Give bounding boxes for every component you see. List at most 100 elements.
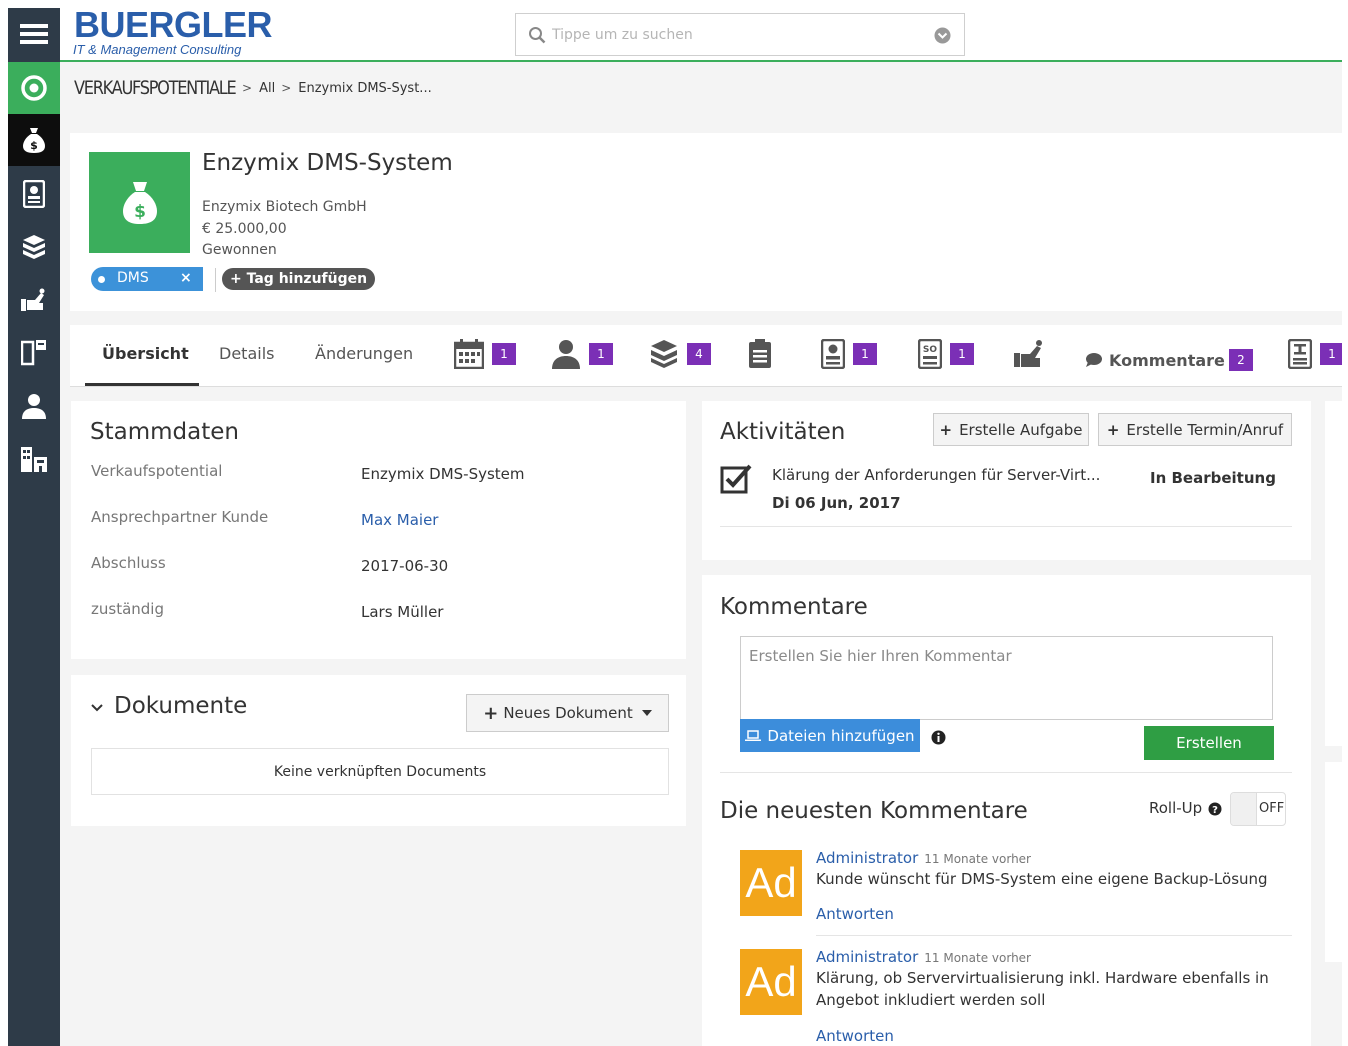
tab-products[interactable]: 4 <box>649 339 711 369</box>
field-label: Abschluss <box>91 554 166 572</box>
count-badge: 1 <box>492 343 516 365</box>
field-value: Enzymix DMS-System <box>361 465 525 483</box>
activity-status: In Bearbeitung <box>1150 469 1276 487</box>
dokumente-card: Dokumente + Neues Dokument Keine verknüp… <box>71 675 686 826</box>
add-files-label: Dateien hinzufügen <box>767 726 915 745</box>
contact-card-icon[interactable] <box>8 168 60 220</box>
handshake-icon[interactable] <box>8 274 60 326</box>
reply-link[interactable]: Antworten <box>816 1027 894 1045</box>
salesorder-icon: SO <box>918 339 942 369</box>
money-bag-icon: $ <box>89 152 190 253</box>
new-document-button[interactable]: + Neues Dokument <box>466 694 669 732</box>
tab-persons[interactable]: 1 <box>551 339 613 369</box>
count-badge: 1 <box>950 343 974 365</box>
tab-contacts[interactable]: 1 <box>821 339 877 369</box>
opportunity-company[interactable]: Enzymix Biotech GmbH <box>202 199 367 215</box>
toggle-knob <box>1231 793 1257 825</box>
tab-comments[interactable]: Kommentare 2 <box>1085 349 1253 371</box>
opportunity-title: Enzymix DMS-System <box>202 150 453 176</box>
active-tab-indicator <box>85 383 199 386</box>
logo-subtitle: IT & Management Consulting <box>73 42 242 57</box>
field-label: Verkaufspotential <box>91 462 223 480</box>
help-icon[interactable]: ? <box>1208 802 1222 816</box>
buildings-icon[interactable] <box>8 433 60 485</box>
tab-changes[interactable]: Änderungen <box>315 344 413 363</box>
handshake-icon <box>1014 340 1042 367</box>
plus-icon: + <box>939 420 953 439</box>
tab-overview[interactable]: Übersicht <box>102 344 189 363</box>
tab-bar: Übersicht Details Änderungen 1 1 4 1 SO … <box>70 325 1342 387</box>
create-event-label: Erstelle Termin/Anruf <box>1126 420 1284 439</box>
person-icon[interactable] <box>8 380 60 432</box>
tab-details[interactable]: Details <box>219 344 274 363</box>
field-label: zuständig <box>91 600 164 618</box>
breadcrumb-separator: > <box>281 81 292 95</box>
menu-icon[interactable] <box>8 8 60 60</box>
comment-text: Kunde wünscht für DMS-System eine eigene… <box>816 870 1268 888</box>
comment-author-name[interactable]: Administrator <box>816 948 918 966</box>
toggle-state: OFF <box>1259 801 1285 816</box>
divider <box>215 268 216 292</box>
create-comment-button[interactable]: Erstellen <box>1144 726 1274 760</box>
tab-calendar[interactable]: 1 <box>454 339 516 369</box>
breadcrumb-separator: > <box>242 81 253 95</box>
contact-link[interactable]: Max Maier <box>361 511 438 529</box>
svg-text:$: $ <box>134 202 146 222</box>
aktivitaeten-title: Aktivitäten <box>720 419 846 445</box>
field-value: Lars Müller <box>361 603 444 621</box>
tag-remove-icon[interactable]: × <box>180 270 192 286</box>
breadcrumb-all[interactable]: All <box>259 81 275 96</box>
tab-documents[interactable] <box>748 339 772 369</box>
chevron-down-icon[interactable] <box>91 703 103 713</box>
comment-author: Administrator 11 Monate vorher <box>816 948 1031 966</box>
avatar: Ad <box>740 850 802 916</box>
stammdaten-title: Stammdaten <box>90 419 239 445</box>
search-icon <box>529 27 546 44</box>
opportunity-header: $ Enzymix DMS-System Enzymix Biotech Gmb… <box>70 133 1342 311</box>
rollup-toggle[interactable]: OFF <box>1230 792 1286 826</box>
money-bag-icon[interactable]: $ <box>8 114 60 166</box>
info-icon[interactable] <box>931 730 946 745</box>
stammdaten-card: Stammdaten Verkaufspotential Enzymix DMS… <box>71 401 686 659</box>
divider <box>720 772 1292 773</box>
count-badge: 1 <box>853 343 877 365</box>
comment-author-name[interactable]: Administrator <box>816 849 918 867</box>
tab-handshake[interactable] <box>1013 339 1045 369</box>
tab-invoices[interactable]: 1 <box>1288 339 1342 369</box>
dokumente-title[interactable]: Dokumente <box>114 693 247 719</box>
target-icon[interactable] <box>8 62 60 114</box>
comment-author: Administrator 11 Monate vorher <box>816 849 1031 867</box>
tab-salesorders[interactable]: SO 1 <box>918 339 974 369</box>
side-panel-edge <box>1325 401 1342 746</box>
checkbox-checked-icon[interactable] <box>720 463 752 495</box>
add-files-button[interactable]: Dateien hinzufügen <box>740 719 920 752</box>
add-tag-button[interactable]: + Tag hinzufügen <box>222 268 376 290</box>
activity-subject[interactable]: Klärung der Anforderungen für Server-Vir… <box>772 466 1100 484</box>
svg-text:SO: SO <box>923 345 937 355</box>
comment-input[interactable] <box>741 637 1272 719</box>
opportunity-amount: € 25.000,00 <box>202 221 287 237</box>
avatar: Ad <box>740 949 802 1015</box>
breadcrumb-root[interactable]: VERKAUFSPOTENTIALE <box>74 77 237 99</box>
reply-link[interactable]: Antworten <box>816 905 894 923</box>
global-search[interactable] <box>515 13 965 56</box>
create-event-button[interactable]: + Erstelle Termin/Anruf <box>1098 413 1292 446</box>
invoice-icon <box>1288 339 1312 369</box>
app-window: $ BUERGLER IT & Management Consulting Ti… <box>8 8 1342 1046</box>
cubes-icon[interactable] <box>8 221 60 273</box>
search-input[interactable] <box>552 23 922 47</box>
tag-dot <box>98 276 105 283</box>
svg-text:$: $ <box>30 139 38 152</box>
caret-down-icon <box>641 710 652 716</box>
create-task-button[interactable]: + Erstelle Aufgabe <box>933 413 1089 446</box>
logo-title[interactable]: BUERGLER <box>74 8 273 43</box>
empty-documents-message: Keine verknüpften Documents <box>91 748 669 795</box>
svg-text:?: ? <box>1212 805 1218 816</box>
comment-time: 11 Monate vorher <box>924 951 1031 965</box>
chevron-down-icon[interactable] <box>934 27 951 44</box>
tag-dms[interactable]: DMS × <box>91 267 203 291</box>
count-badge: 4 <box>687 343 711 365</box>
divider <box>816 935 1292 936</box>
calendar-icon <box>454 339 484 369</box>
kanban-icon[interactable] <box>8 326 60 378</box>
